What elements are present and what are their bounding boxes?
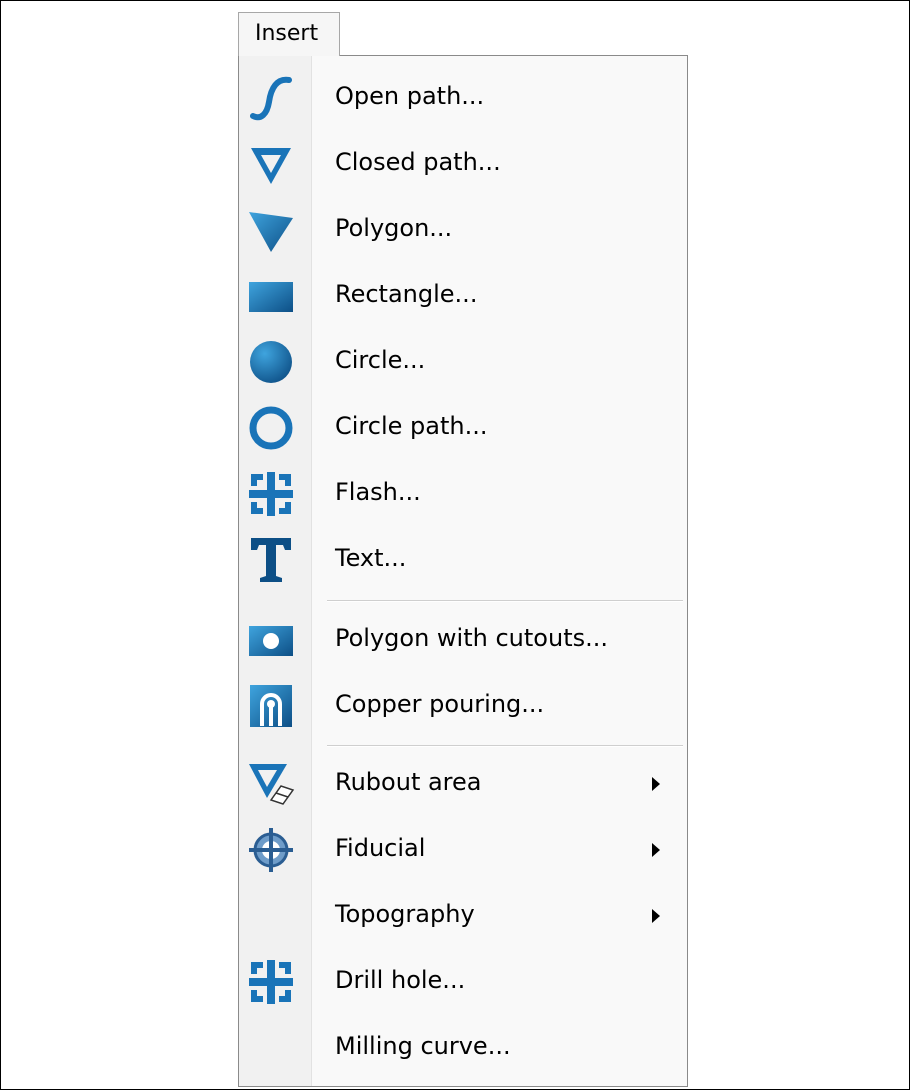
menu-separator	[327, 745, 683, 747]
menu-separator	[327, 600, 683, 602]
text-icon	[247, 536, 295, 584]
polygon-icon	[247, 206, 295, 254]
copper-pouring-icon	[247, 682, 295, 730]
menu-item-milling-curve[interactable]: Milling curve...	[239, 1018, 687, 1078]
menu-item-fiducial[interactable]: Fiducial	[239, 820, 687, 880]
submenu-arrow-icon	[652, 843, 660, 857]
rectangle-icon	[247, 272, 295, 320]
flash-icon	[247, 470, 295, 518]
menu-item-rectangle[interactable]: Rectangle...	[239, 266, 687, 326]
menu-item-closed-path[interactable]: Closed path...	[239, 134, 687, 194]
submenu-arrow-icon	[652, 777, 660, 791]
drill-hole-icon	[247, 958, 295, 1006]
submenu-arrow-icon	[652, 909, 660, 923]
menu-item-polygon[interactable]: Polygon...	[239, 200, 687, 260]
menu-item-text[interactable]: Text...	[239, 530, 687, 590]
rubout-area-icon	[247, 760, 295, 808]
open-path-icon	[247, 74, 295, 122]
menu-tab-label: Insert	[255, 21, 319, 46]
menu-item-copper-pouring[interactable]: Copper pouring...	[239, 676, 687, 736]
menu-item-drill-hole[interactable]: Drill hole...	[239, 952, 687, 1012]
menu-item-rubout-area[interactable]: Rubout area	[239, 754, 687, 814]
circle-path-icon	[247, 404, 295, 452]
menu-item-circle[interactable]: Circle...	[239, 332, 687, 392]
polygon-cutouts-icon	[247, 616, 295, 664]
circle-icon	[247, 338, 295, 386]
menu-item-open-path[interactable]: Open path...	[239, 68, 687, 128]
insert-dropdown-menu: Open path... Closed path... Polygon... R…	[238, 55, 688, 1087]
menu-item-circle-path[interactable]: Circle path...	[239, 398, 687, 458]
fiducial-icon	[247, 826, 295, 874]
closed-path-icon	[247, 140, 295, 188]
menu-item-polygon-cutouts[interactable]: Polygon with cutouts...	[239, 610, 687, 670]
menu-item-flash[interactable]: Flash...	[239, 464, 687, 524]
menu-item-topography[interactable]: Topography	[239, 886, 687, 946]
menu-tab-insert[interactable]: Insert	[238, 12, 340, 56]
